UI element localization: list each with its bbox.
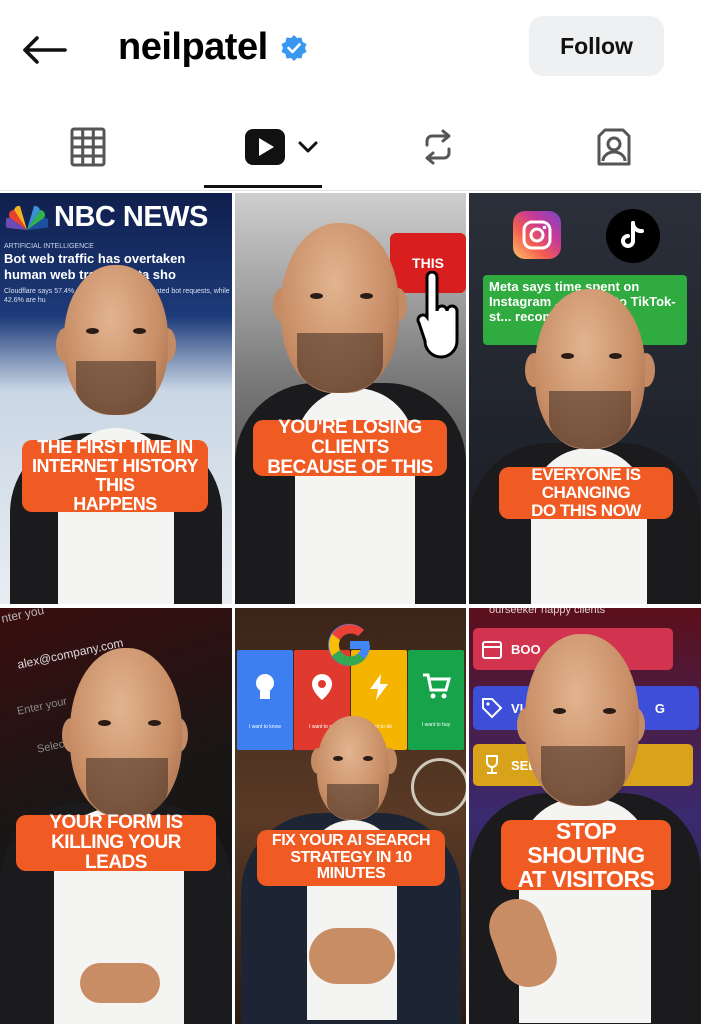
reel-caption: YOUR FORM IS KILLING YOUR LEADS	[16, 813, 216, 872]
presenter-image	[0, 193, 232, 604]
tab-reels[interactable]	[236, 123, 326, 171]
reel-caption: FIX YOUR AI SEARCH STRATEGY IN 10 MINUTE…	[257, 830, 445, 886]
reel-thumbnail[interactable]: NBC NEWS ARTIFICIAL INTELLIGENCE Bot web…	[0, 193, 232, 604]
reel-caption: STOP SHOUTING AT VISITORS	[501, 819, 671, 891]
repost-icon	[425, 129, 451, 165]
tab-reposts[interactable]	[412, 123, 464, 171]
reels-icon	[245, 129, 285, 165]
tagged-icon	[597, 128, 631, 166]
reel-thumbnail[interactable]: ourseeker happy clients BOO VI G SEE C	[469, 608, 701, 1024]
presenter-image	[235, 608, 466, 1024]
active-tab-indicator	[204, 185, 322, 188]
reel-caption: THE FIRST TIME IN INTERNET HISTORY THIS …	[22, 438, 208, 513]
reel-caption: YOU'RE LOSING CLIENTS BECAUSE OF THIS	[253, 418, 447, 477]
pointing-hand-icon	[416, 271, 459, 359]
verified-badge-icon	[280, 34, 308, 62]
back-button[interactable]	[20, 30, 68, 70]
reel-thumbnail[interactable]: Meta says time spent on Instagram ... th…	[469, 193, 701, 604]
username-row: neilpatel	[118, 26, 308, 69]
tab-tagged[interactable]	[588, 123, 640, 171]
reel-caption: EVERYONE IS CHANGING DO THIS NOW	[499, 466, 673, 519]
reels-grid: NBC NEWS ARTIFICIAL INTELLIGENCE Bot web…	[0, 193, 701, 1024]
reel-thumbnail[interactable]: I want to know I want to go I want to do…	[235, 608, 466, 1024]
chevron-down-icon	[298, 141, 318, 153]
profile-tabs	[0, 105, 701, 191]
back-arrow-icon	[23, 36, 67, 64]
tabs-divider	[0, 190, 701, 191]
reel-thumbnail[interactable]: nter you alex@company.com Enter your Sel…	[0, 608, 232, 1024]
username: neilpatel	[118, 26, 268, 68]
profile-header: neilpatel Follow	[0, 0, 701, 100]
grid-icon	[70, 127, 106, 167]
presenter-image	[469, 608, 701, 1024]
presenter-image	[235, 193, 466, 604]
presenter-image	[469, 193, 701, 604]
follow-button[interactable]: Follow	[529, 16, 664, 76]
tab-posts[interactable]	[62, 123, 114, 171]
reel-thumbnail[interactable]: THIS YOU'RE LOSING CLIENTS BECAUSE OF TH…	[235, 193, 466, 604]
